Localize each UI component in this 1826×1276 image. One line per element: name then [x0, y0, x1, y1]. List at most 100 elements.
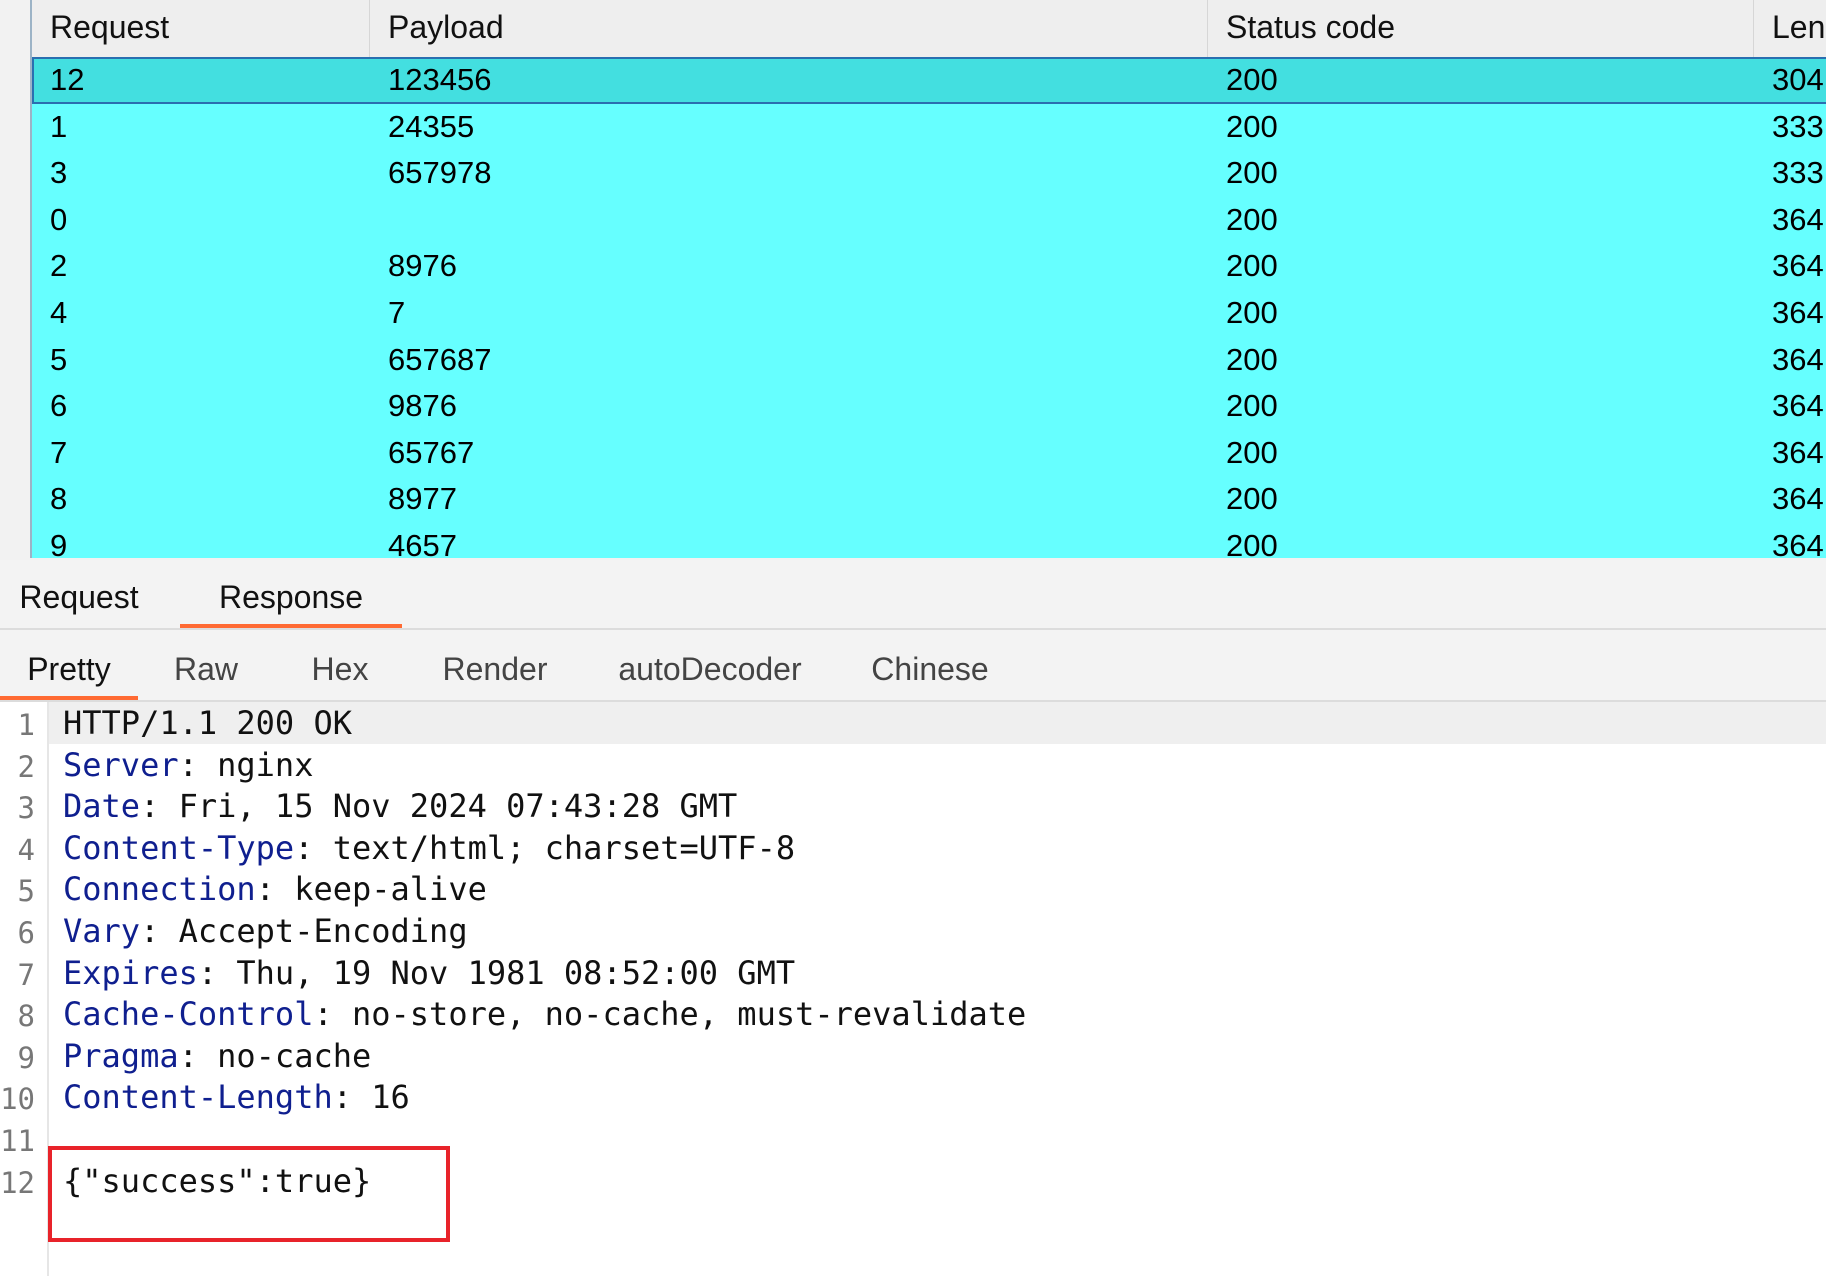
table-row[interactable]: 4 7 200 364 [32, 289, 1826, 337]
tab-autodecoder[interactable]: autoDecoder [600, 630, 820, 700]
cell-length: 364 [1772, 341, 1824, 377]
cell-status-code: 200 [1226, 108, 1278, 144]
tab-response[interactable]: Response [180, 560, 402, 628]
cell-request: 0 [50, 201, 68, 237]
cell-request: 12 [50, 62, 85, 97]
line-number: 5 [17, 874, 35, 909]
header-value: : text/html; charset=UTF-8 [294, 828, 796, 867]
header-name: Content-Length [63, 1078, 333, 1117]
table-row[interactable]: 12 123456 200 304 [32, 57, 1826, 104]
cell-payload: 123456 [388, 62, 492, 97]
line-number: 1 [17, 708, 35, 742]
column-header-request[interactable]: Request [32, 0, 370, 57]
table-row[interactable]: 7 65767 200 364 [32, 429, 1826, 477]
table-row[interactable]: 9 4657 200 364 [32, 522, 1826, 558]
column-header-status-code[interactable]: Status code [1208, 0, 1754, 57]
cell-length: 333 [1772, 108, 1824, 144]
table-row[interactable]: 2 8976 200 364 [32, 243, 1826, 290]
cell-length: 364 [1772, 527, 1824, 558]
cell-request: 4 [50, 294, 68, 330]
line-number: 8 [17, 999, 35, 1034]
line-number: 9 [17, 1040, 35, 1075]
column-header-length[interactable]: Length︿ [1754, 0, 1826, 57]
cell-length: 364 [1772, 434, 1824, 470]
table-body: 12 123456 200 304 1 24355 200 333 3 657978 200 333 0… [32, 57, 1826, 558]
column-header-payload[interactable]: Payload [370, 0, 1208, 57]
cell-request: 3 [50, 155, 68, 191]
tab-request[interactable]: Request [0, 560, 158, 628]
table-row[interactable]: 0 200 364 [32, 196, 1826, 244]
tab-hex[interactable]: Hex [280, 630, 400, 700]
code-line: Date: Fri, 15 Nov 2024 07:43:28 GMT [49, 785, 1826, 827]
table-row[interactable]: 6 9876 200 364 [32, 383, 1826, 430]
cell-payload: 4657 [388, 527, 457, 558]
line-number: 2 [17, 749, 35, 784]
header-value: : Accept-Encoding [140, 911, 468, 950]
cell-status-code: 200 [1226, 294, 1278, 330]
cell-payload: 657687 [388, 341, 492, 377]
header-name: Server [63, 745, 179, 784]
cell-request: 7 [50, 434, 68, 470]
code-line: HTTP/1.1 200 OK [49, 702, 1826, 744]
cell-payload: 65767 [388, 434, 475, 470]
cell-status-code: 200 [1226, 388, 1278, 424]
line-number: 6 [17, 915, 35, 950]
cell-payload: 7 [388, 294, 406, 330]
header-name: Pragma [63, 1036, 179, 1075]
header-name: Content-Type [63, 828, 295, 867]
header-value: : Thu, 19 Nov 1981 08:52:00 GMT [197, 953, 796, 992]
header-name: Cache-Control [63, 995, 314, 1034]
code-line: Connection: keep-alive [49, 868, 1826, 910]
code-line: Vary: Accept-Encoding [49, 910, 1826, 952]
cell-status-code: 200 [1226, 527, 1278, 558]
message-tabs: Request Response [0, 560, 1826, 630]
cell-payload [370, 197, 1208, 244]
line-number: 7 [17, 957, 35, 992]
line-number-gutter: 1 2 3 4 5 6 7 8 9 10 11 12 [0, 702, 49, 1276]
results-table: Request Payload Status code Length︿ 1212… [30, 0, 1826, 558]
cell-status-code: 200 [1226, 481, 1278, 517]
table-row[interactable]: 8 8977 200 364 [32, 476, 1826, 523]
cell-status-code: 200 [1226, 201, 1278, 237]
header-value: : Fri, 15 Nov 2024 07:43:28 GMT [140, 787, 738, 826]
table-row[interactable]: 1 24355 200 333 [32, 103, 1826, 151]
code-line: Cache-Control: no-store, no-cache, must-… [49, 993, 1826, 1035]
view-tabs: Pretty Raw Hex Render autoDecoder Chines… [0, 630, 1826, 702]
header-value: : keep-alive [255, 870, 487, 909]
table-header: Request Payload Status code Length︿ [32, 0, 1826, 58]
cell-status-code: 200 [1226, 248, 1278, 284]
tab-chinese[interactable]: Chinese [855, 630, 1005, 700]
line-number: 12 [0, 1165, 35, 1200]
cell-payload: 24355 [388, 108, 475, 144]
header-name: Expires [63, 953, 198, 992]
cell-length: 364 [1772, 388, 1824, 424]
cell-request: 8 [50, 481, 68, 517]
code-line: Server: nginx [49, 744, 1826, 786]
line-number: 4 [17, 832, 35, 867]
tab-pretty[interactable]: Pretty [0, 630, 138, 700]
cell-status-code: 200 [1226, 434, 1278, 470]
cell-status-code: 200 [1226, 155, 1278, 191]
line-number: 11 [0, 1123, 35, 1158]
line-number: 10 [0, 1082, 35, 1117]
header-name: Date [63, 787, 141, 826]
cell-payload: 657978 [388, 155, 492, 191]
cell-request: 1 [50, 108, 68, 144]
code-line: Expires: Thu, 19 Nov 1981 08:52:00 GMT [49, 952, 1826, 994]
header-value: : nginx [178, 745, 314, 784]
tab-raw[interactable]: Raw [150, 630, 262, 700]
tab-render[interactable]: Render [420, 630, 570, 700]
line-number: 3 [17, 791, 35, 826]
table-row[interactable]: 5 657687 200 364 [32, 336, 1826, 384]
cell-status-code: 200 [1226, 341, 1278, 377]
cell-request: 5 [50, 341, 68, 377]
cell-payload: 8976 [388, 248, 457, 284]
cell-length: 333 [1772, 155, 1824, 191]
cell-request: 9 [50, 527, 68, 558]
cell-length: 364 [1772, 481, 1824, 517]
table-row[interactable]: 3 657978 200 333 [32, 150, 1826, 197]
cell-payload: 8977 [388, 481, 457, 517]
header-value: : no-store, no-cache, must-revalidate [313, 995, 1027, 1034]
cell-length: 364 [1772, 201, 1824, 237]
cell-request: 6 [50, 388, 68, 424]
